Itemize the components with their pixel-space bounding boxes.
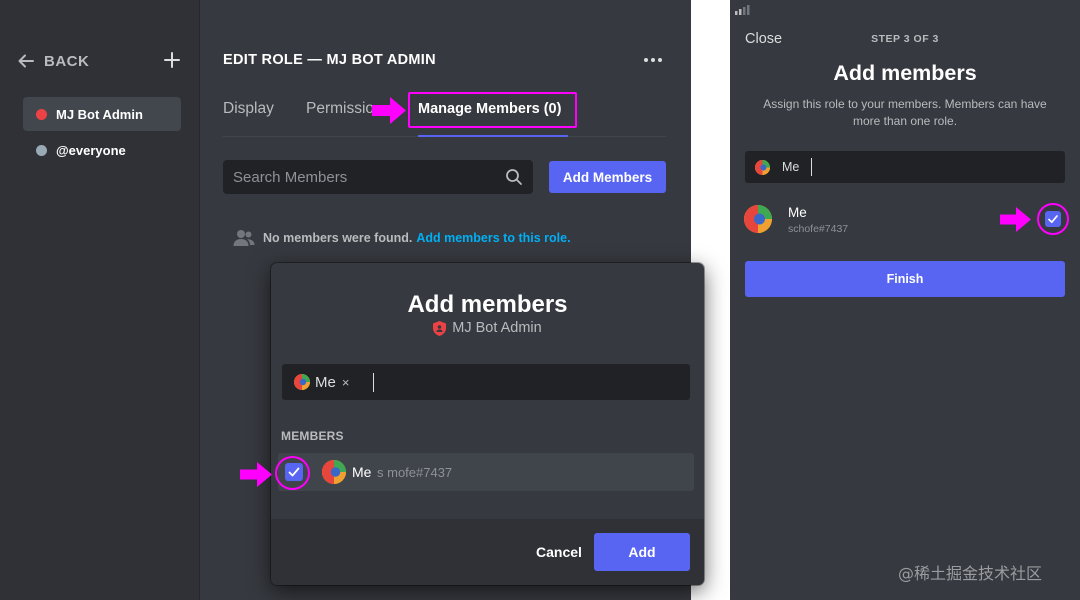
member-name: Me bbox=[352, 464, 372, 480]
mobile-add-members-screen: Close STEP 3 OF 3 Add members Assign thi… bbox=[730, 0, 1080, 600]
text-caret bbox=[811, 158, 813, 176]
page-title: EDIT ROLE — MJ BOT ADMIN bbox=[223, 52, 436, 68]
shield-icon bbox=[433, 320, 447, 336]
member-picker-input[interactable]: Me bbox=[745, 151, 1065, 183]
back-label: BACK bbox=[44, 52, 90, 70]
annotation-arrow-icon bbox=[240, 462, 272, 487]
member-name: Me bbox=[788, 205, 807, 220]
annotation-circle bbox=[275, 456, 310, 490]
tab-display[interactable]: Display bbox=[223, 100, 274, 118]
ellipsis-icon[interactable] bbox=[644, 58, 662, 62]
role-sidebar: BACK MJ Bot Admin @everyone bbox=[0, 0, 200, 600]
annotation-circle bbox=[1037, 203, 1069, 235]
avatar-icon bbox=[322, 460, 346, 484]
arrow-left-icon bbox=[18, 54, 34, 68]
members-heading: MEMBERS bbox=[281, 429, 344, 443]
step-indicator: STEP 3 OF 3 bbox=[871, 33, 939, 45]
plus-icon[interactable] bbox=[162, 50, 182, 70]
modal-role-name: MJ Bot Admin bbox=[452, 320, 542, 336]
search-input[interactable] bbox=[233, 168, 505, 186]
text-caret bbox=[373, 372, 375, 392]
remove-chip-icon[interactable]: × bbox=[342, 375, 350, 390]
add-members-link[interactable]: Add members to this role. bbox=[416, 231, 570, 245]
finish-button[interactable]: Finish bbox=[745, 261, 1065, 297]
page-description: Assign this role to your members. Member… bbox=[763, 97, 1047, 128]
selected-member-chip: Me × bbox=[294, 374, 349, 391]
role-color-dot bbox=[36, 144, 47, 156]
chip-label: Me bbox=[315, 373, 336, 391]
empty-state-text: No members were found. bbox=[263, 231, 413, 245]
add-members-modal: Add members MJ Bot Admin Me × MEMBERS Me… bbox=[271, 263, 704, 585]
avatar-icon bbox=[755, 159, 770, 175]
member-tag: s mofe#7437 bbox=[377, 465, 453, 480]
annotation-highlight-box bbox=[408, 92, 577, 128]
page-title: Add members bbox=[833, 61, 977, 85]
role-color-dot bbox=[36, 108, 47, 120]
member-search[interactable] bbox=[223, 160, 533, 194]
tab-permissions[interactable]: Permissio bbox=[306, 100, 378, 118]
sidebar-role-everyone[interactable]: @everyone bbox=[23, 133, 181, 167]
avatar-icon bbox=[744, 205, 772, 233]
modal-footer: Cancel Add bbox=[271, 519, 704, 585]
chip-label: Me bbox=[782, 160, 800, 174]
role-name: MJ Bot Admin bbox=[56, 106, 143, 122]
modal-subtitle: MJ Bot Admin bbox=[271, 320, 704, 336]
cancel-button[interactable]: Cancel bbox=[536, 544, 582, 560]
back-button[interactable]: BACK bbox=[16, 48, 184, 74]
avatar-icon bbox=[294, 374, 310, 390]
add-members-button[interactable]: Add Members bbox=[549, 161, 666, 193]
signal-icon bbox=[735, 5, 750, 15]
search-icon bbox=[506, 169, 522, 185]
list-item[interactable]: Me s mofe#7437 bbox=[278, 453, 694, 491]
empty-state: No members were found. Add members to th… bbox=[233, 229, 571, 247]
role-name: @everyone bbox=[56, 142, 126, 158]
people-icon bbox=[233, 230, 255, 246]
member-picker-input[interactable]: Me × bbox=[282, 364, 690, 400]
annotation-arrow-icon bbox=[372, 97, 406, 124]
add-button[interactable]: Add bbox=[594, 533, 690, 571]
selected-member-chip: Me bbox=[755, 159, 800, 175]
member-tag: schofe#7437 bbox=[788, 223, 849, 235]
active-tab-indicator bbox=[418, 135, 568, 137]
watermark: @稀土掘金技术社区 bbox=[898, 564, 1043, 583]
annotation-arrow-icon bbox=[1000, 207, 1031, 232]
modal-title: Add members bbox=[407, 291, 568, 318]
sidebar-role-mj-bot-admin[interactable]: MJ Bot Admin bbox=[23, 97, 181, 131]
